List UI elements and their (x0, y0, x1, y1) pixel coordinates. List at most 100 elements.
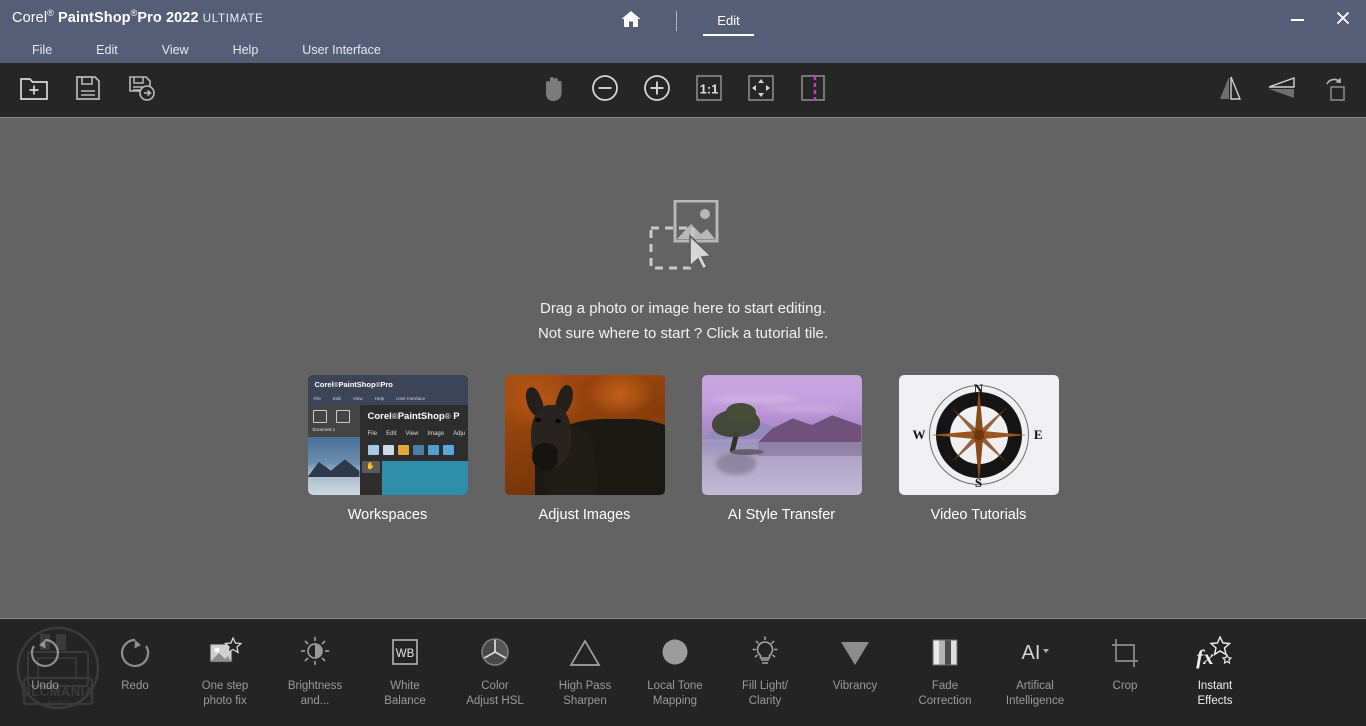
drop-instructions: Drag a photo or image here to start edit… (538, 296, 828, 346)
ws-art-menu: File Edit View Help User Interface (314, 396, 426, 401)
moose-eye-right (554, 419, 561, 423)
tile-adjust-images[interactable]: Adjust Images (504, 375, 665, 523)
one-to-one-icon: 1:1 (695, 74, 723, 107)
menu-edit[interactable]: Edit (86, 40, 128, 60)
ws-art-inner-menu: File Edit View Image Adju (368, 431, 466, 437)
tab-edit[interactable]: Edit (699, 7, 757, 36)
moose-snout (531, 443, 558, 471)
tile-workspaces[interactable]: Corel®PaintShop®Pro File Edit View Help … (307, 375, 468, 523)
fit-to-window-button[interactable] (741, 70, 781, 110)
toolbar-view-group: 1:1 (0, 63, 1366, 117)
one-step-photo-fix-button[interactable]: One step photo fix (180, 619, 270, 719)
ws-art-tool-5 (427, 445, 439, 455)
tile-ai-style-transfer-thumbnail (701, 375, 862, 495)
window-controls (1274, 0, 1366, 40)
ai-dropdown-icon: AI (1015, 633, 1055, 673)
tab-home[interactable] (608, 2, 654, 40)
tile-ai-style-transfer[interactable]: AI Style Transfer (701, 375, 862, 523)
new-file-button[interactable] (14, 70, 54, 110)
lake-tree-reflection (715, 453, 756, 475)
artificial-intelligence-button[interactable]: AI Artifical Intelligence (990, 619, 1080, 719)
fade-correction-label: Fade Correction (918, 680, 972, 707)
hand-pan-icon (539, 73, 567, 108)
vibrancy-label: Vibrancy (832, 680, 878, 692)
save-as-button[interactable] (122, 70, 162, 110)
flip-button[interactable] (1262, 70, 1302, 110)
ws-art-inner-view: View (405, 431, 419, 437)
fill-light-clarity-button[interactable]: Fill Light/ Clarity (720, 619, 810, 719)
zoom-in-button[interactable] (637, 70, 677, 110)
color-wheel-icon (478, 633, 512, 673)
minimize-button[interactable] (1274, 0, 1320, 40)
close-icon (1335, 10, 1351, 31)
fade-correction-button[interactable]: Fade Correction (900, 619, 990, 719)
brand-paintshop: PaintShop (58, 9, 131, 26)
close-button[interactable] (1320, 0, 1366, 40)
instant-effects-label: Instant Effects (1197, 680, 1233, 707)
compass-label-north: N (973, 381, 984, 396)
tile-adjust-images-label: Adjust Images (538, 507, 631, 523)
before-after-button[interactable] (793, 70, 833, 110)
home-icon (620, 9, 642, 34)
brand-registered-1: ® (47, 8, 54, 18)
one-step-photo-fix-label: One step photo fix (201, 680, 249, 707)
pan-tool-button[interactable] (533, 70, 573, 110)
zoom-out-button[interactable] (585, 70, 625, 110)
ws-art-inner-ps: PaintShop (397, 411, 445, 422)
wb-box-icon: WB (388, 633, 422, 673)
ws-art-menu-view: View (352, 396, 363, 401)
menu-view[interactable]: View (152, 40, 199, 60)
menu-file[interactable]: File (22, 40, 62, 60)
instant-effects-button[interactable]: fx Instant Effects (1170, 619, 1260, 719)
flip-vertical-icon (1266, 74, 1298, 107)
local-tone-mapping-label: Local Tone Mapping (647, 680, 703, 707)
moose-eye-left (534, 418, 541, 422)
ws-art-photo (307, 437, 360, 495)
image-drop-placeholder-icon (637, 199, 729, 274)
ws-art-title: Corel®PaintShop®Pro (314, 380, 393, 389)
brand-edition: ULTIMATE (202, 12, 264, 25)
color-adjust-hsl-label: Color Adjust HSL (466, 680, 524, 707)
crop-button[interactable]: Crop (1080, 619, 1170, 719)
brightness-and-button[interactable]: Brightness and... (270, 619, 360, 719)
menu-user-interface[interactable]: User Interface (292, 40, 391, 60)
fill-light-clarity-label: Fill Light/ Clarity (741, 680, 789, 707)
ws-art-title-corel: Corel (314, 380, 334, 389)
compass-label-south: S (974, 475, 983, 490)
gradient-bars-icon (928, 633, 962, 673)
new-folder-plus-icon (19, 74, 49, 107)
local-tone-mapping-button[interactable]: Local Tone Mapping (630, 619, 720, 719)
drop-canvas[interactable]: Drag a photo or image here to start edit… (0, 118, 1366, 618)
moose-photo-art (504, 375, 665, 495)
brightness-and-label: Brightness and... (287, 680, 343, 707)
redo-label: Redo (121, 680, 149, 692)
color-adjust-hsl-button[interactable]: Color Adjust HSL (450, 619, 540, 719)
menu-bar: File Edit View Help User Interface (18, 40, 391, 60)
ws-art-tool-4 (412, 445, 424, 455)
high-pass-sharpen-button[interactable]: High Pass Sharpen (540, 619, 630, 719)
redo-button[interactable]: Redo (90, 619, 180, 719)
menu-help[interactable]: Help (223, 40, 269, 60)
actual-size-button[interactable]: 1:1 (689, 70, 729, 110)
minimize-icon (1290, 19, 1304, 21)
white-balance-label: White Balance (384, 680, 426, 707)
ws-art-inner-window: Corel®PaintShop® P File Edit View Image … (359, 405, 468, 495)
brightness-sun-icon (298, 633, 332, 673)
title-bar: Corel® PaintShop®Pro 2022 ULTIMATE File … (0, 0, 1366, 63)
ws-art-title-ps: PaintShop (338, 380, 376, 389)
save-button[interactable] (68, 70, 108, 110)
vibrancy-button[interactable]: Vibrancy (810, 619, 900, 719)
mirror-button[interactable] (1210, 70, 1250, 110)
tile-video-tutorials[interactable]: N E S W Video Tutorials (898, 375, 1059, 523)
ws-art-menu-ui: User Interface (396, 396, 426, 401)
save-as-arrow-icon (127, 74, 157, 107)
mirror-horizontal-icon (1215, 74, 1245, 107)
ws-art-menu-file: File (313, 396, 321, 401)
crop-label: Crop (1112, 680, 1138, 692)
high-pass-sharpen-label: High Pass Sharpen (558, 680, 612, 707)
ws-art-tool-3 (397, 445, 409, 455)
rotate-button[interactable] (1314, 70, 1354, 110)
white-balance-button[interactable]: WB White Balance (360, 619, 450, 719)
ws-art-inner-file: File (367, 431, 378, 437)
undo-button[interactable]: Undo (0, 619, 90, 719)
